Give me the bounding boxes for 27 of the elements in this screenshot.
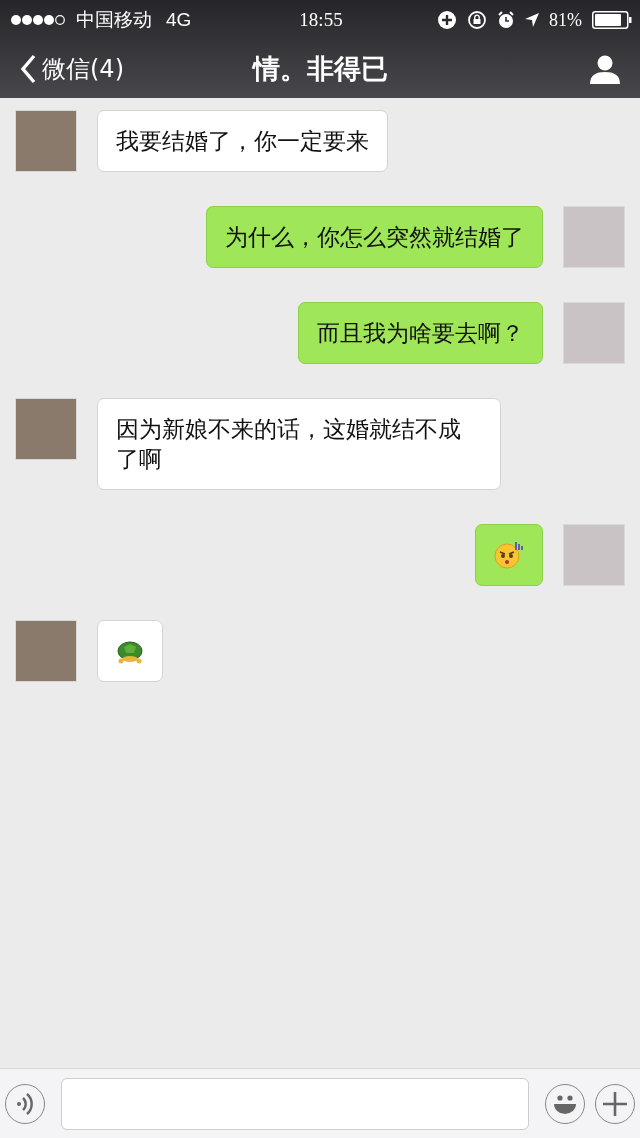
alarm-clock-icon — [497, 11, 515, 29]
battery-percent: 81% — [549, 9, 582, 31]
turtle-icon — [116, 638, 144, 664]
clock-time: 18:55 — [299, 9, 343, 31]
avatar-photo-placeholder[interactable] — [15, 620, 77, 682]
message-text: 我要结婚了，你一定要来 — [116, 127, 369, 156]
rotation-lock-icon — [467, 10, 487, 30]
avatar-photo-placeholder[interactable] — [15, 110, 77, 172]
message-text: 而且我为啥要去啊？ — [317, 319, 524, 348]
message-input-field[interactable] — [61, 1077, 529, 1130]
back-button[interactable]: 微信(4) — [20, 53, 124, 85]
plus-icon — [602, 1090, 628, 1117]
avatar-photo-placeholder[interactable] — [15, 398, 77, 460]
chat-title: 情。非得已 — [252, 52, 388, 86]
battery-icon — [592, 11, 632, 29]
voice-icon — [15, 1091, 35, 1116]
angry-face-emoji-icon — [494, 541, 524, 569]
carrier-name: 中国移动 — [76, 7, 152, 32]
back-label[interactable]: 微信(4) — [42, 53, 124, 85]
network-type: 4G — [166, 9, 192, 31]
location-arrow-icon — [525, 13, 539, 27]
plus-circle-icon — [437, 10, 457, 30]
message-text: 为什么，你怎么突然就结婚了 — [225, 223, 524, 252]
person-icon[interactable] — [590, 54, 620, 84]
message-text: 因为新娘不来的话，这婚就结不成了啊 — [116, 415, 462, 474]
chevron-left-icon — [20, 54, 36, 84]
signal-icon — [10, 14, 68, 26]
